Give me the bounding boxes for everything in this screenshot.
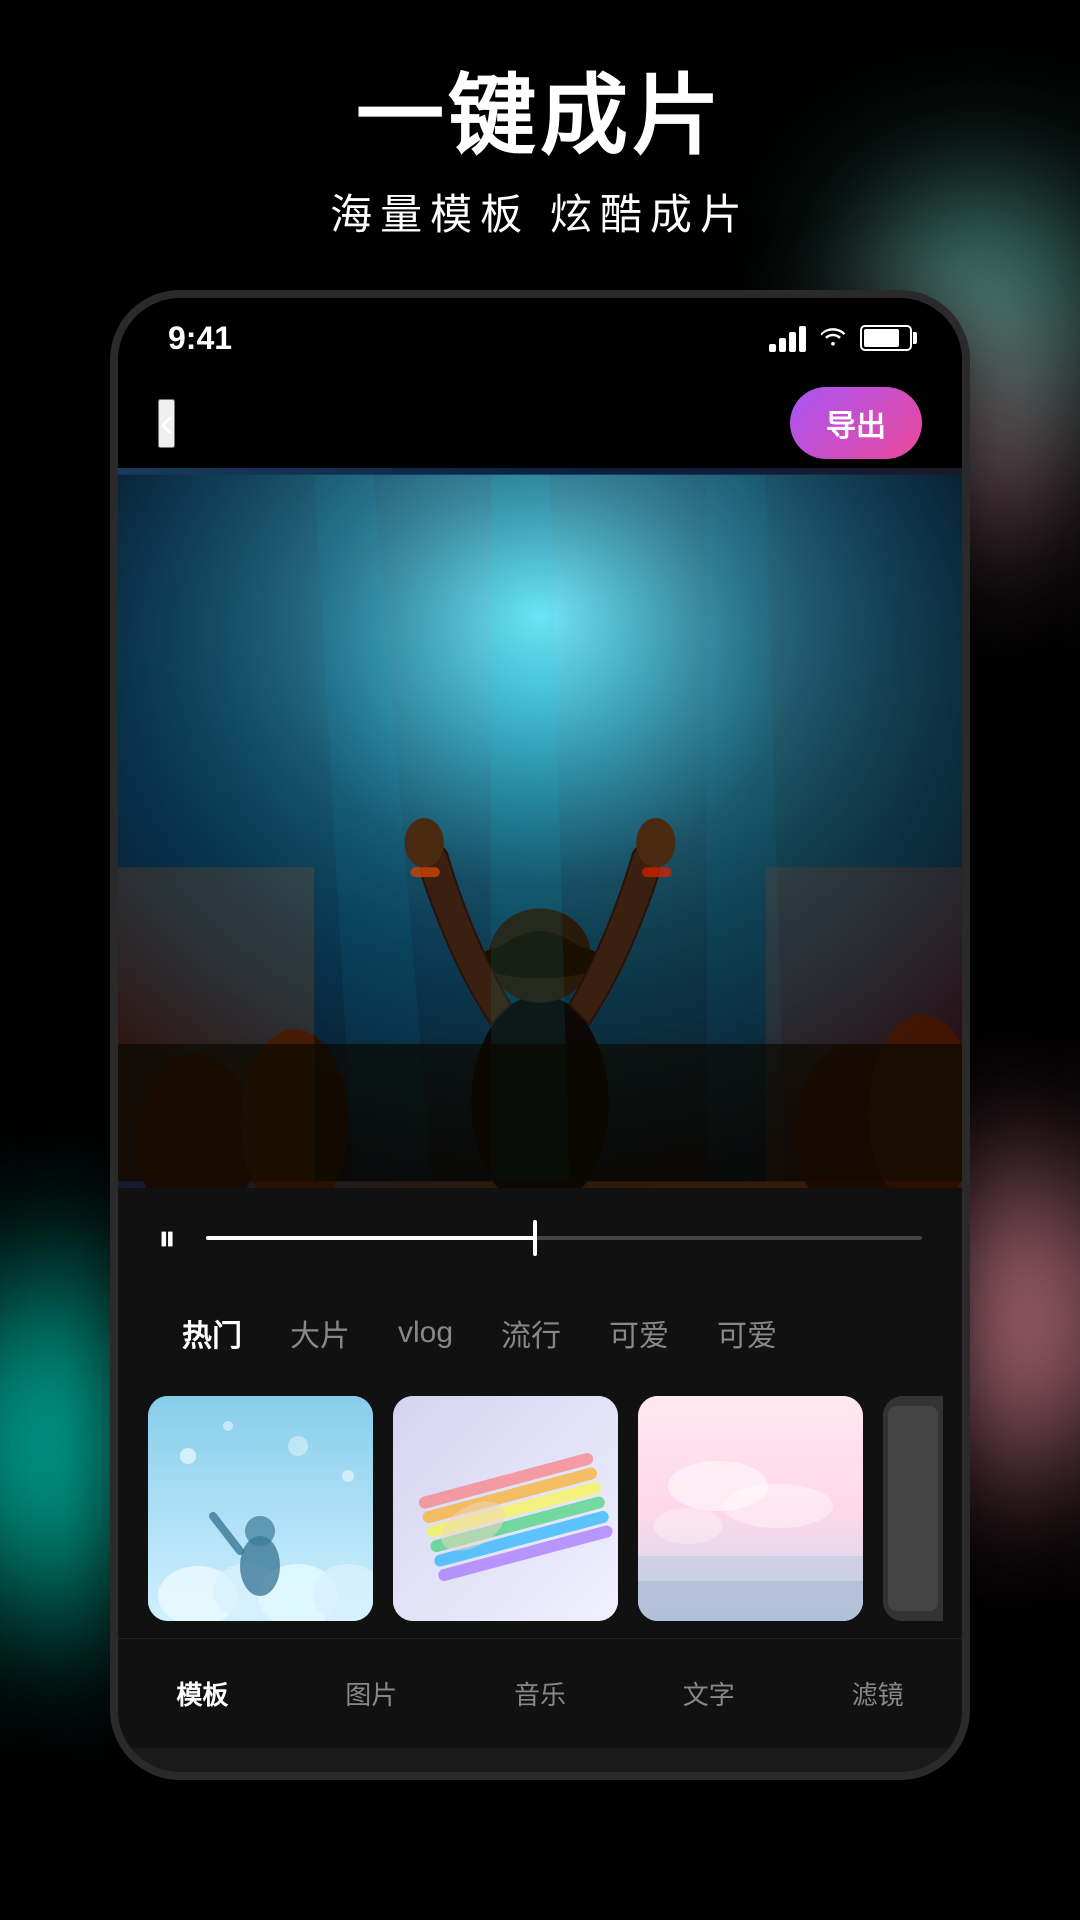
category-tab-4[interactable]: 可爱 xyxy=(585,1303,693,1363)
back-button[interactable]: ‹ xyxy=(158,399,175,448)
templates-row xyxy=(118,1378,962,1638)
timeline-track[interactable] xyxy=(206,1236,922,1240)
playback-bar: ⏸ xyxy=(118,1188,962,1288)
bottom-nav-music-label: 音乐 xyxy=(514,1675,566,1712)
category-tab-3[interactable]: 流行 xyxy=(477,1303,585,1363)
bottom-nav-filter[interactable]: 滤镜 xyxy=(852,1675,904,1712)
bottom-nav-image-label: 图片 xyxy=(345,1675,397,1712)
battery-icon xyxy=(860,325,912,351)
bottom-nav-music[interactable]: 音乐 xyxy=(514,1675,566,1712)
status-time: 9:41 xyxy=(168,320,232,357)
template-thumb-3[interactable] xyxy=(638,1396,863,1621)
bottom-nav-template-label: 模板 xyxy=(176,1675,228,1712)
top-section: 一键成片 海量模板 炫酷成片 xyxy=(0,0,1080,310)
main-title: 一键成片 xyxy=(356,68,724,165)
category-tab-1[interactable]: 大片 xyxy=(266,1303,374,1363)
phone-frame: 9:41 ‹ 导出 xyxy=(110,290,970,1780)
status-bar: 9:41 xyxy=(118,298,962,378)
category-tab-5[interactable]: 可爱 xyxy=(693,1303,801,1363)
timeline-played xyxy=(206,1236,535,1240)
template-thumb-1[interactable] xyxy=(148,1396,373,1621)
status-icons xyxy=(769,322,912,354)
category-tabs: 热门 大片 vlog 流行 可爱 可爱 xyxy=(118,1288,962,1378)
bottom-nav-filter-label: 滤镜 xyxy=(852,1675,904,1712)
export-button[interactable]: 导出 xyxy=(790,387,922,459)
video-area xyxy=(118,468,962,1188)
category-tab-0[interactable]: 热门 xyxy=(158,1303,266,1363)
category-tab-2[interactable]: vlog xyxy=(374,1308,477,1358)
timeline-cursor xyxy=(533,1220,537,1256)
signal-icon xyxy=(769,324,806,352)
nav-bar: ‹ 导出 xyxy=(118,378,962,468)
sub-title: 海量模板 炫酷成片 xyxy=(330,181,750,242)
bottom-nav-text-label: 文字 xyxy=(683,1675,735,1712)
wifi-icon xyxy=(818,322,848,354)
bottom-nav: 模板 图片 音乐 文字 滤镜 xyxy=(118,1638,962,1748)
template-thumb-partial[interactable] xyxy=(883,1396,943,1621)
bottom-nav-text[interactable]: 文字 xyxy=(683,1675,735,1712)
concert-scene xyxy=(118,468,962,1188)
template-thumb-2[interactable] xyxy=(393,1396,618,1621)
bottom-nav-image[interactable]: 图片 xyxy=(345,1675,397,1712)
bottom-nav-template[interactable]: 模板 xyxy=(176,1675,228,1712)
pause-button[interactable]: ⏸ xyxy=(158,1217,176,1260)
